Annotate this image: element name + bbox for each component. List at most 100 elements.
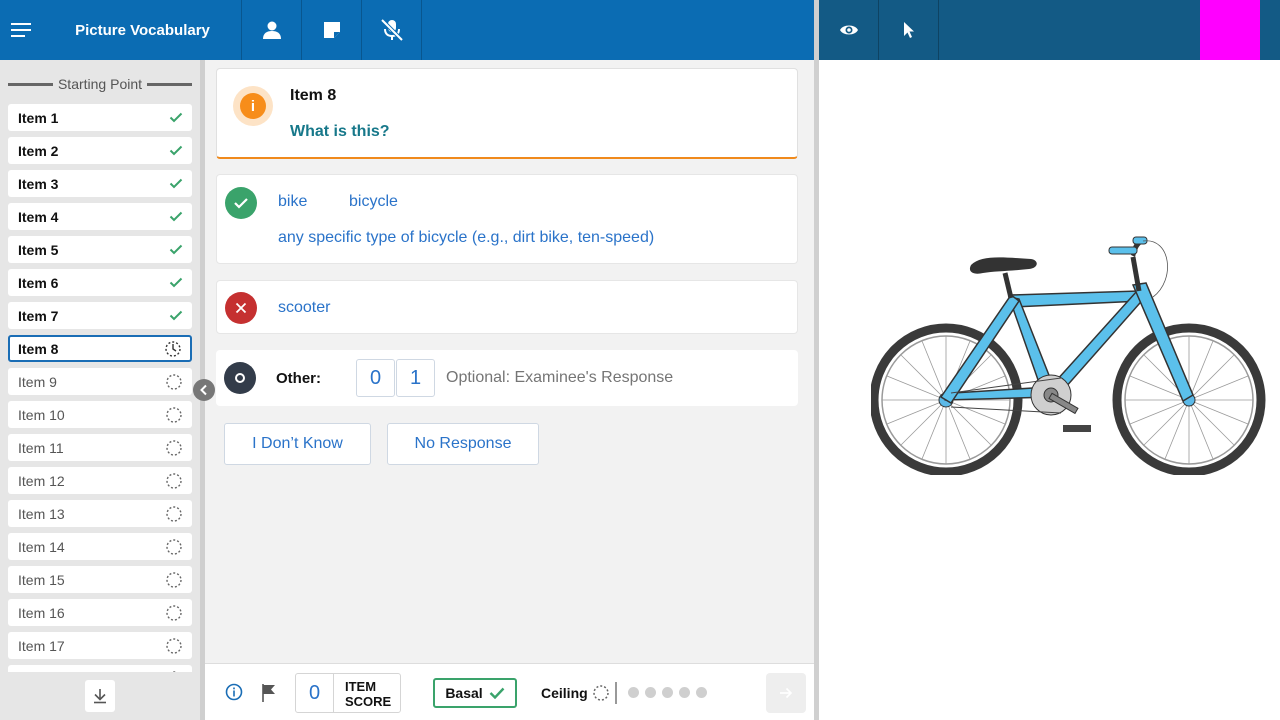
sidebar-item-label: Item 3 — [18, 175, 59, 192]
check-icon — [489, 687, 505, 699]
menu-button[interactable] — [0, 0, 44, 60]
pending-icon — [166, 538, 182, 555]
notes-button[interactable] — [302, 0, 362, 60]
incorrect-button[interactable] — [225, 292, 257, 324]
sidebar-item-label: Item 12 — [18, 472, 65, 489]
sidebar-item[interactable]: Item 13 — [8, 500, 192, 527]
scroll-down-button[interactable] — [85, 680, 115, 712]
correct-response-card[interactable]: bike bicycle any specific type of bicycl… — [216, 174, 798, 264]
stimulus-toolbar — [819, 0, 1280, 60]
pending-icon — [166, 472, 182, 489]
mic-button[interactable] — [362, 0, 422, 60]
arrow-right-icon — [780, 687, 793, 699]
sidebar-item-label: Item 10 — [18, 406, 65, 423]
collapse-sidebar-button[interactable] — [193, 379, 215, 401]
progress-dot — [662, 687, 673, 698]
item-prompt: What is this? — [290, 123, 390, 140]
pending-icon — [166, 439, 182, 456]
sidebar-item[interactable]: Item 3 — [8, 170, 192, 197]
check-icon — [169, 145, 183, 156]
sidebar-item-label: Item 16 — [18, 604, 65, 621]
chevron-left-icon — [200, 384, 207, 396]
sidebar-item[interactable]: Item 1 — [8, 104, 192, 131]
heading-rule — [8, 82, 53, 86]
check-icon — [169, 112, 183, 123]
sidebar-item-label: Item 2 — [18, 142, 59, 159]
info-icon: i — [240, 93, 266, 119]
check-icon — [169, 244, 183, 255]
incorrect-response-card[interactable]: scooter — [216, 280, 798, 334]
sidebar-item[interactable]: Item 8 — [8, 335, 192, 362]
sidebar-item[interactable]: Item 4 — [8, 203, 192, 230]
sidebar-item[interactable]: Item 11 — [8, 434, 192, 461]
item-sidebar: Starting Point Item 1 Item 2 Item 3 Item 4I… — [0, 60, 200, 720]
dont-know-button[interactable]: I Don’t Know — [224, 423, 371, 465]
ceiling-label: Ceiling — [541, 685, 588, 701]
progress-dot — [679, 687, 690, 698]
person-icon — [262, 21, 281, 39]
examinee-response-input[interactable] — [444, 359, 784, 397]
progress-dots — [628, 687, 707, 698]
close-icon — [235, 302, 247, 314]
item-title: Item 8 — [290, 87, 337, 104]
item-score: 0 ITEM SCORE — [295, 673, 401, 713]
download-icon — [94, 689, 106, 704]
sidebar-item[interactable]: Item 6 — [8, 269, 192, 296]
sidebar-item[interactable]: Item 10 — [8, 401, 192, 428]
check-icon — [169, 211, 183, 222]
sidebar-item[interactable]: Item 2 — [8, 137, 192, 164]
sidebar-item-label: Item 1 — [18, 109, 59, 126]
sidebar-item-label: Item 14 — [18, 538, 65, 555]
mic-off-icon — [380, 18, 403, 42]
sidebar-item[interactable]: Item 9 — [8, 368, 192, 395]
flag-icon[interactable] — [261, 683, 277, 703]
info-icon[interactable] — [225, 683, 243, 701]
score-0-button[interactable]: 0 — [356, 359, 395, 397]
other-response-card: Other: 0 1 — [216, 350, 798, 406]
progress-dot — [696, 687, 707, 698]
correct-button[interactable] — [225, 187, 257, 219]
pointer-icon — [903, 22, 914, 38]
pending-icon — [592, 685, 609, 701]
check-icon — [234, 198, 248, 209]
sidebar-item-label: Item 9 — [18, 373, 57, 390]
no-response-button[interactable]: No Response — [387, 423, 539, 465]
view-button[interactable] — [819, 0, 879, 60]
correct-answer: bicycle — [349, 193, 398, 210]
next-item-button[interactable] — [766, 673, 806, 713]
sidebar-item[interactable]: Item 16 — [8, 599, 192, 626]
footer-separator — [615, 682, 617, 704]
sidebar-item[interactable]: Item 12 — [8, 467, 192, 494]
sidebar-item-label: Item 5 — [18, 241, 59, 258]
app-title: Picture Vocabulary — [44, 0, 242, 60]
check-icon — [169, 178, 183, 189]
item-list[interactable]: Item 1 Item 2 Item 3 Item 4 Item 5 Item 6 Item… — [8, 104, 192, 676]
pending-icon — [166, 637, 182, 654]
item-score-value: 0 — [296, 674, 334, 712]
sidebar-footer — [0, 672, 200, 720]
pointer-button[interactable] — [879, 0, 939, 60]
eye-icon — [839, 25, 858, 35]
bicycle-image — [871, 236, 1266, 475]
check-icon — [169, 277, 183, 288]
sidebar-item[interactable]: Item 14 — [8, 533, 192, 560]
question-card: i Item 8 What is this? — [216, 68, 798, 159]
stimulus-pane — [819, 60, 1280, 720]
progress-dot — [645, 687, 656, 698]
sidebar-item[interactable]: Item 15 — [8, 566, 192, 593]
info-badge: i — [233, 86, 273, 126]
basal-label: Basal — [445, 685, 483, 701]
score-1-button[interactable]: 1 — [396, 359, 435, 397]
sidebar-item-label: Item 4 — [18, 208, 59, 225]
other-button[interactable] — [224, 362, 256, 394]
sidebar-item[interactable]: Item 7 — [8, 302, 192, 329]
examinee-button[interactable] — [242, 0, 302, 60]
pending-icon — [166, 406, 182, 423]
item-score-label-line1: ITEM — [345, 679, 377, 694]
circle-icon — [235, 373, 245, 383]
note-icon — [323, 22, 340, 38]
pending-icon — [166, 571, 182, 588]
sidebar-item-label: Item 8 — [18, 340, 59, 357]
sidebar-item[interactable]: Item 17 — [8, 632, 192, 659]
sidebar-item[interactable]: Item 5 — [8, 236, 192, 263]
